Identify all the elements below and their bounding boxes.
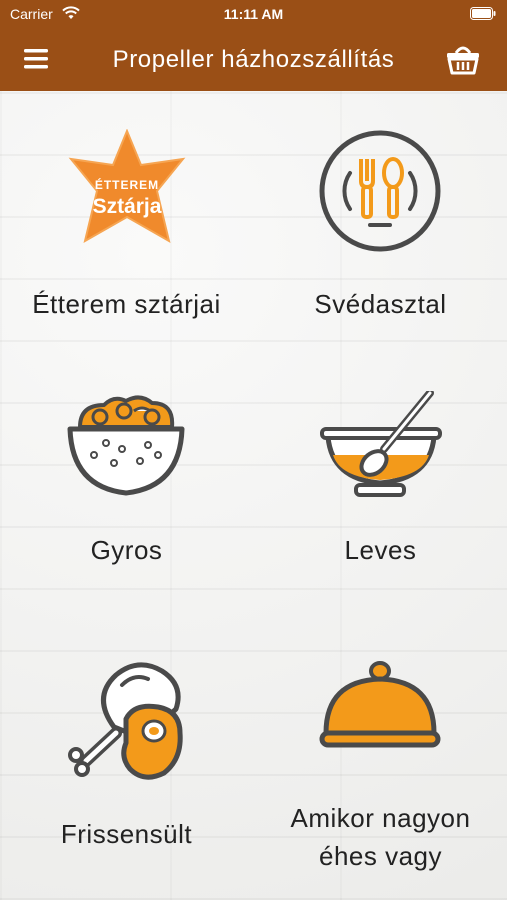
- rice-bowl-icon: [67, 395, 185, 496]
- category-tile-leves[interactable]: Leves: [254, 381, 507, 591]
- tile-label: Étterem sztárjai: [32, 289, 221, 319]
- star-badge-icon: ÉTTEREM Sztárja: [68, 129, 186, 244]
- cloche-icon: [319, 661, 441, 748]
- soup-bowl-spoon-icon: [320, 391, 442, 497]
- top-bar: Carrier 11:11 AM Propeller házhozszállít…: [0, 0, 507, 91]
- tile-label: Amikor nagyon éhes vagy: [290, 803, 471, 871]
- app-root: Carrier 11:11 AM Propeller házhozszállít…: [0, 0, 507, 900]
- category-tile-svedasztal[interactable]: Svédasztal: [254, 119, 507, 329]
- chicken-leg-steak-icon: [68, 662, 183, 780]
- category-tile-amikor-nagyon-ehes-vagy[interactable]: Amikor nagyon éhes vagy: [254, 651, 507, 881]
- category-tile-frissensult[interactable]: Frissensült: [0, 651, 253, 871]
- tile-label: Leves: [344, 535, 417, 565]
- category-tile-gyros[interactable]: Gyros: [0, 381, 253, 591]
- page-title: Propeller házhozszállítás: [112, 46, 395, 73]
- status-time: 11:11 AM: [223, 6, 284, 22]
- nav-bar: Propeller házhozszállítás: [0, 30, 507, 91]
- basket-icon[interactable]: [445, 40, 481, 76]
- badge-text-line2: Sztárja: [93, 195, 162, 218]
- category-grid: ÉTTEREM Sztárja Étterem sztárjai Svédasz…: [0, 91, 507, 900]
- plate-cutlery-icon: [319, 130, 441, 252]
- tile-label: Gyros: [90, 535, 163, 565]
- category-tile-etterem-sztarjai[interactable]: ÉTTEREM Sztárja Étterem sztárjai: [0, 119, 253, 329]
- badge-text-line1: ÉTTEREM: [95, 177, 159, 192]
- tile-label: Svédasztal: [314, 289, 447, 319]
- battery-icon: [470, 7, 496, 20]
- tile-label: Frissensült: [60, 819, 193, 849]
- status-bar: Carrier 11:11 AM: [0, 0, 507, 28]
